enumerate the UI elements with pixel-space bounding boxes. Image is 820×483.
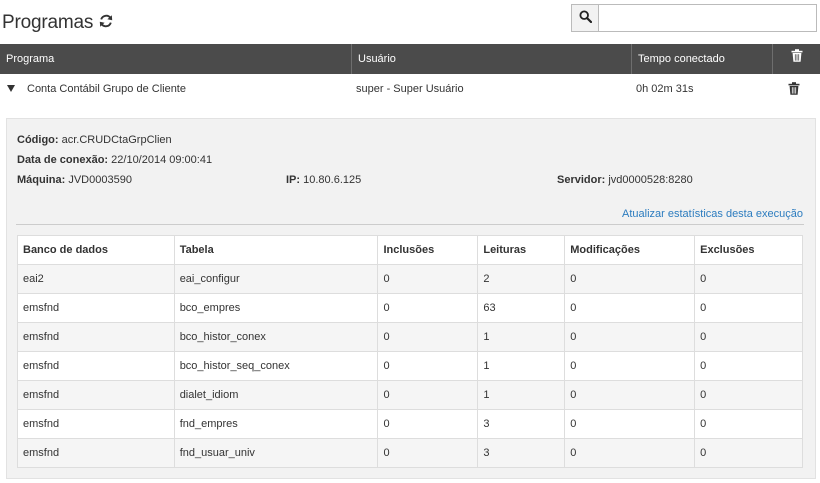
detail-ip-value: 10.80.6.125 bbox=[303, 174, 362, 186]
table-cell: 0 bbox=[377, 438, 479, 468]
detail-servidor: Servidor: jvd0000528:8280 bbox=[557, 174, 693, 186]
table-cell: emsfnd bbox=[17, 351, 175, 381]
table-cell: 0 bbox=[564, 380, 696, 410]
column-header-modificacoes: Modificações bbox=[564, 235, 696, 265]
table-row: emsfnd fnd_usuar_univ 0 3 0 0 bbox=[17, 438, 803, 468]
table-cell: 3 bbox=[477, 438, 566, 468]
table-cell: 0 bbox=[377, 409, 479, 439]
column-header-exclusoes: Exclusões bbox=[694, 235, 803, 265]
column-header-usuario[interactable]: Usuário bbox=[352, 44, 632, 74]
table-cell: 0 bbox=[694, 264, 803, 294]
program-details-panel: Código: acr.CRUDCtaGrpClien Data de cone… bbox=[6, 118, 816, 479]
table-row: eai2 eai_configur 0 2 0 0 bbox=[17, 264, 803, 294]
db-stats-table: Banco de dados Tabela Inclusões Leituras… bbox=[17, 235, 803, 468]
column-header-tabela: Tabela bbox=[173, 235, 379, 265]
table-cell: 63 bbox=[477, 293, 566, 323]
table-row: emsfnd bco_empres 0 63 0 0 bbox=[17, 293, 803, 323]
table-cell: dialet_idiom bbox=[173, 380, 379, 410]
db-table-header-row: Banco de dados Tabela Inclusões Leituras… bbox=[17, 235, 803, 265]
column-header-tempo[interactable]: Tempo conectado bbox=[632, 44, 773, 74]
table-cell: bco_empres bbox=[173, 293, 379, 323]
table-cell: 0 bbox=[694, 293, 803, 323]
column-header-banco: Banco de dados bbox=[17, 235, 175, 265]
table-cell: 0 bbox=[564, 293, 696, 323]
table-cell: 0 bbox=[377, 380, 479, 410]
column-header-inclusoes: Inclusões bbox=[377, 235, 479, 265]
table-cell: fnd_usuar_univ bbox=[173, 438, 379, 468]
detail-codigo-value: acr.CRUDCtaGrpClien bbox=[61, 134, 172, 146]
table-cell: emsfnd bbox=[17, 438, 175, 468]
table-cell: 0 bbox=[694, 322, 803, 352]
program-user: super - Super Usuário bbox=[356, 83, 464, 95]
table-cell: bco_histor_conex bbox=[173, 322, 379, 352]
column-header-programa[interactable]: Programa bbox=[0, 44, 352, 74]
detail-maquina-label: Máquina: bbox=[17, 174, 66, 186]
table-cell: emsfnd bbox=[17, 409, 175, 439]
search-input[interactable] bbox=[598, 4, 817, 32]
table-cell: 2 bbox=[477, 264, 566, 294]
detail-servidor-value: jvd0000528:8280 bbox=[608, 174, 693, 186]
delete-all-button[interactable] bbox=[773, 44, 820, 74]
update-stats-link[interactable]: Atualizar estatísticas desta execução bbox=[622, 208, 803, 220]
search-button[interactable] bbox=[571, 4, 599, 32]
table-cell: 0 bbox=[564, 322, 696, 352]
expand-caret-icon[interactable] bbox=[7, 85, 15, 92]
table-cell: 0 bbox=[377, 351, 479, 381]
table-cell: emsfnd bbox=[17, 380, 175, 410]
detail-codigo: Código: acr.CRUDCtaGrpClien bbox=[17, 134, 172, 146]
program-name: Conta Contábil Grupo de Cliente bbox=[27, 83, 186, 95]
table-cell: 0 bbox=[694, 380, 803, 410]
table-row: emsfnd fnd_empres 0 3 0 0 bbox=[17, 409, 803, 439]
refresh-icon[interactable] bbox=[98, 13, 114, 29]
table-cell: 0 bbox=[377, 322, 479, 352]
details-divider bbox=[16, 224, 804, 225]
detail-data-conexao: Data de conexão: 22/10/2014 09:00:41 bbox=[17, 154, 212, 166]
table-cell: 1 bbox=[477, 351, 566, 381]
table-cell: 0 bbox=[694, 438, 803, 468]
table-cell: emsfnd bbox=[17, 322, 175, 352]
table-cell: eai_configur bbox=[173, 264, 379, 294]
search-icon bbox=[578, 10, 592, 26]
table-cell: 0 bbox=[564, 264, 696, 294]
table-cell: 0 bbox=[694, 409, 803, 439]
delete-program-button[interactable] bbox=[788, 82, 800, 96]
program-row[interactable]: Conta Contábil Grupo de Cliente super - … bbox=[0, 74, 820, 104]
table-cell: 0 bbox=[377, 264, 479, 294]
programs-table-header: Programa Usuário Tempo conectado bbox=[0, 44, 820, 74]
program-connected-time: 0h 02m 31s bbox=[636, 83, 694, 95]
table-cell: eai2 bbox=[17, 264, 175, 294]
detail-servidor-label: Servidor: bbox=[557, 174, 606, 186]
table-cell: 3 bbox=[477, 409, 566, 439]
table-cell: 0 bbox=[694, 351, 803, 381]
table-cell: 0 bbox=[564, 351, 696, 381]
detail-data-label: Data de conexão: bbox=[17, 154, 109, 166]
table-row: emsfnd bco_histor_seq_conex 0 1 0 0 bbox=[17, 351, 803, 381]
page-title: Programas bbox=[2, 12, 94, 33]
table-cell: 0 bbox=[564, 438, 696, 468]
detail-ip-label: IP: bbox=[286, 174, 301, 186]
table-cell: 0 bbox=[564, 409, 696, 439]
table-cell: fnd_empres bbox=[173, 409, 379, 439]
detail-data-value: 22/10/2014 09:00:41 bbox=[111, 154, 213, 166]
detail-maquina: Máquina: JVD0003590 bbox=[17, 174, 132, 186]
detail-codigo-label: Código: bbox=[17, 134, 59, 146]
trash-icon bbox=[788, 82, 800, 98]
page-header: Programas bbox=[0, 0, 820, 44]
table-row: emsfnd bco_histor_conex 0 1 0 0 bbox=[17, 322, 803, 352]
detail-ip: IP: 10.80.6.125 bbox=[286, 174, 361, 186]
table-cell: 1 bbox=[477, 322, 566, 352]
table-row: emsfnd dialet_idiom 0 1 0 0 bbox=[17, 380, 803, 410]
column-header-leituras: Leituras bbox=[477, 235, 566, 265]
trash-icon bbox=[791, 44, 803, 74]
table-cell: 1 bbox=[477, 380, 566, 410]
table-cell: bco_histor_seq_conex bbox=[173, 351, 379, 381]
table-cell: 0 bbox=[377, 293, 479, 323]
table-cell: emsfnd bbox=[17, 293, 175, 323]
detail-maquina-value: JVD0003590 bbox=[68, 174, 132, 186]
